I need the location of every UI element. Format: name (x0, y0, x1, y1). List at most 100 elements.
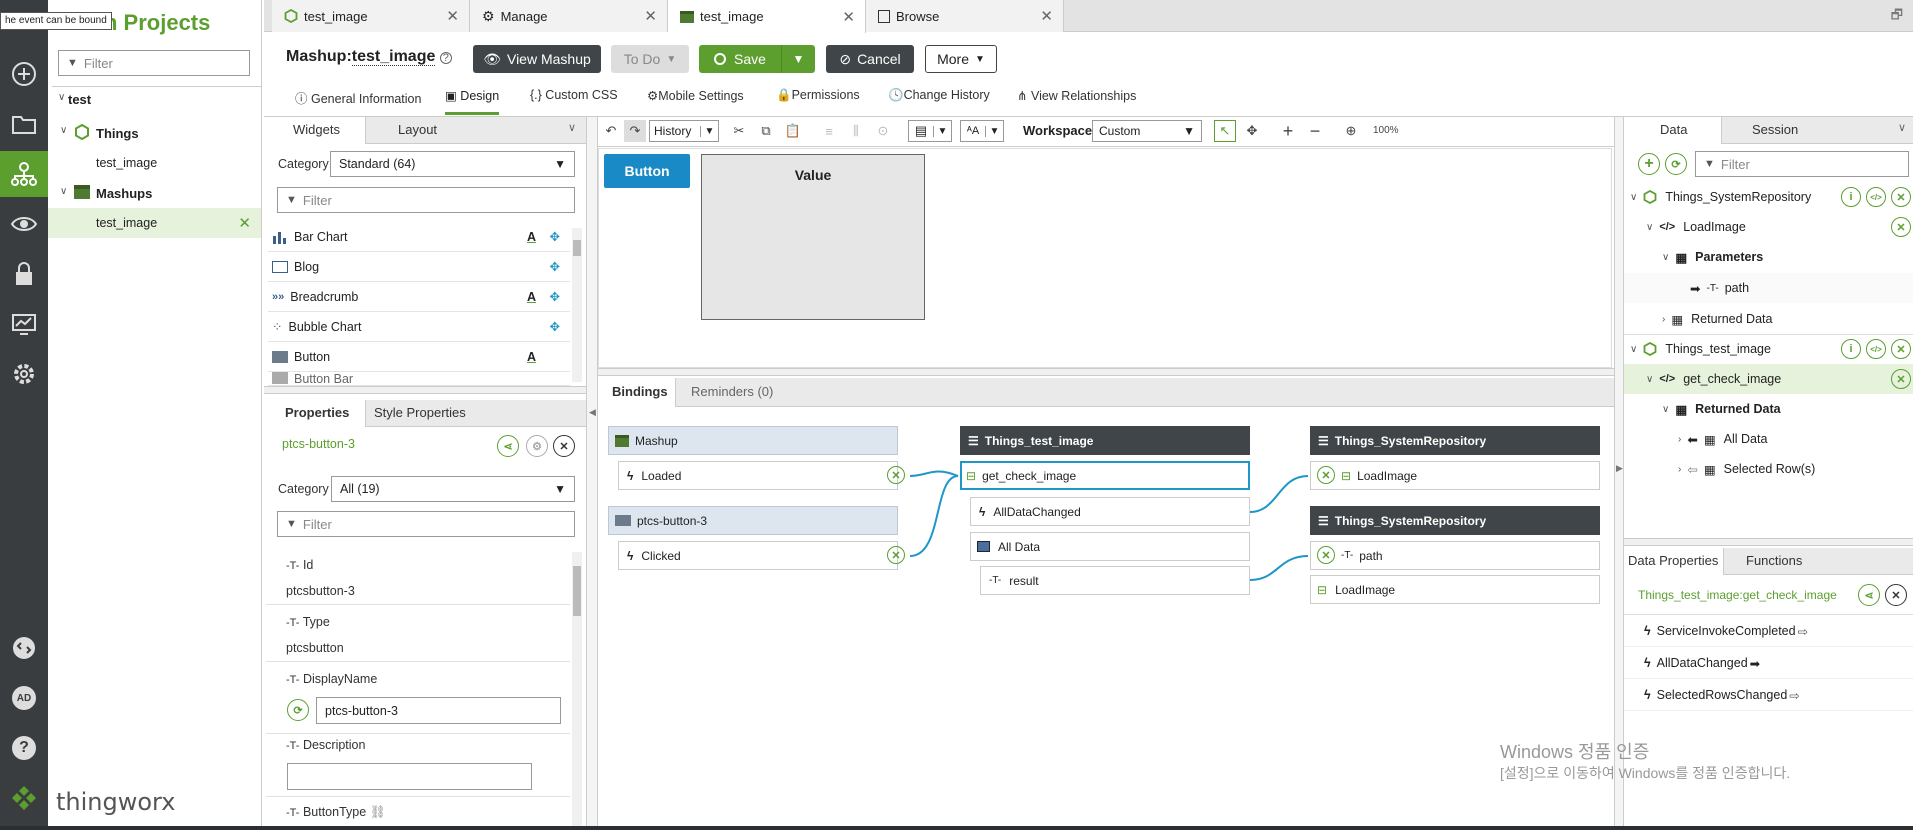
splitter[interactable] (264, 386, 586, 394)
loadimage-service-2[interactable]: ⊟ LoadImage (1310, 575, 1600, 604)
lock-icon[interactable] (8, 258, 40, 290)
collapse-right-icon[interactable]: ▶ (1616, 463, 1623, 474)
canvas-value-widget[interactable]: Value (701, 154, 925, 320)
tab-style-properties[interactable]: Style Properties (374, 405, 466, 420)
widget-button[interactable]: Button A (268, 342, 570, 372)
tab-view-relationships[interactable]: ⋔ View Relationships (1017, 88, 1136, 103)
more-button[interactable]: More ▼ (925, 45, 997, 73)
data-path-row[interactable]: ➡ -T- path (1624, 273, 1913, 303)
service-get-check-image[interactable]: ⊟ get_check_image (960, 461, 1250, 490)
view-mashup-button[interactable]: 👁 View Mashup (473, 45, 601, 73)
move-icon[interactable]: ✥ (550, 289, 560, 304)
zoom-out-icon[interactable]: − (1304, 120, 1326, 142)
thing-node[interactable]: ☰ Things_test_image (960, 426, 1250, 455)
displayname-input[interactable]: ptcs-button-3 (316, 697, 561, 724)
target-icon[interactable]: ⊙ (872, 120, 894, 142)
widgets-scrollbar[interactable] (572, 228, 582, 382)
collapse-left-icon[interactable]: ◀ (589, 407, 596, 418)
monitoring-icon[interactable] (8, 208, 40, 240)
help-center-icon[interactable] (8, 632, 40, 664)
dashboard-icon[interactable] (8, 308, 40, 340)
close-icon[interactable]: ✕ (446, 7, 459, 25)
tab-change-history[interactable]: 🕓Change History (888, 88, 990, 103)
alldatachanged-event[interactable]: ϟ AllDataChanged (970, 497, 1250, 526)
tab-functions[interactable]: Functions (1746, 553, 1802, 568)
fit-icon[interactable]: ⊕ (1340, 120, 1362, 142)
align-icon[interactable]: ≡ (818, 120, 840, 142)
tree-root[interactable]: test (68, 92, 91, 107)
tab-mobile-settings[interactable]: ⚙Mobile Settings (647, 88, 744, 103)
zoom-in-icon[interactable]: + (1277, 120, 1299, 142)
loaded-event[interactable]: ϟ Loaded ✕ (618, 461, 905, 490)
move-icon[interactable]: ✥ (550, 319, 560, 334)
cancel-button[interactable]: ⊘ Cancel (826, 45, 914, 73)
paste-icon[interactable]: 📋 (782, 120, 804, 142)
data-returned-row-1[interactable]: › ▦ Returned Data (1624, 304, 1913, 334)
close-icon[interactable]: ✕ (1891, 339, 1911, 359)
data-repo-row[interactable]: ∨ Things_SystemRepository i </> ✕ (1624, 182, 1913, 212)
close-icon[interactable]: ✕ (1891, 217, 1911, 237)
gear-icon[interactable]: ⚙ (526, 435, 548, 457)
properties-filter-input[interactable]: ▼ Filter (277, 511, 575, 537)
mashup-node[interactable]: Mashup (608, 426, 898, 455)
event-serviceinvokecompleted[interactable]: ϟ ServiceInvokeCompleted ⇨ (1624, 616, 1913, 646)
chevron-down-icon[interactable]: ∨ (60, 186, 67, 197)
folder-icon[interactable] (8, 108, 40, 140)
redo-icon[interactable]: ↷ (624, 120, 646, 142)
property-category-select[interactable]: All (19) ▼ (331, 476, 575, 502)
tab-custom-css[interactable]: {.} Custom CSS (530, 88, 618, 102)
share-icon[interactable]: ⋖ (497, 435, 519, 457)
widgets-filter-input[interactable]: ▼ Filter (277, 187, 575, 213)
projects-icon[interactable] (0, 151, 48, 197)
layout-dropdown[interactable]: ▤ ▼ (908, 120, 952, 142)
widget-breadcrumb[interactable]: »» Breadcrumb A ✥ (268, 282, 570, 312)
scrollbar-thumb[interactable] (573, 240, 581, 256)
widget-bar-chart[interactable]: Bar Chart A ✥ (268, 222, 570, 252)
select-pointer-icon[interactable]: ↖ (1214, 120, 1236, 142)
data-filter-input[interactable]: ▼ Filter (1695, 151, 1909, 177)
distribute-icon[interactable]: ⫼ (845, 120, 867, 142)
loadimage-service-1[interactable]: ✕ ⊟ LoadImage (1310, 461, 1600, 490)
copy-icon[interactable]: ⧉ (755, 120, 777, 142)
close-icon[interactable]: ✕ (1885, 584, 1907, 606)
info-icon[interactable]: ? (439, 52, 452, 64)
repository-node-2[interactable]: ☰ Things_SystemRepository (1310, 506, 1600, 535)
widget-bubble-chart[interactable]: ⁘ Bubble Chart ✥ (268, 312, 570, 342)
clicked-event[interactable]: ϟ Clicked ✕ (618, 541, 905, 570)
event-selectedrowschanged[interactable]: ϟ SelectedRowsChanged ⇨ (1624, 680, 1913, 710)
widget-button-bar[interactable]: Button Bar (268, 372, 570, 386)
tab-design[interactable]: ▣ Design (445, 88, 500, 115)
tab-browse[interactable]: Browse ✕ (866, 0, 1064, 32)
close-icon[interactable]: ✕ (553, 435, 575, 457)
unbind-icon[interactable]: ✕ (1317, 546, 1335, 564)
data-alldata-row[interactable]: › ⬅ ▦ All Data (1624, 424, 1913, 454)
close-icon[interactable]: ✕ (1891, 187, 1911, 207)
save-button[interactable]: Save ▼ (699, 45, 815, 73)
refresh-icon[interactable]: ⟳ (1665, 153, 1687, 175)
move-icon[interactable]: ✥ (550, 229, 560, 244)
avatar[interactable]: AD (8, 682, 40, 714)
event-alldatachanged[interactable]: ϟ AllDataChanged ➡ (1624, 648, 1913, 678)
chevron-down-icon[interactable]: ∨ (60, 125, 67, 136)
tree-mashup-item-selected[interactable]: test_image ✕ (48, 208, 261, 238)
chevron-down-icon[interactable]: ∨ (58, 92, 65, 103)
scrollbar-thumb[interactable] (573, 566, 581, 616)
design-canvas[interactable]: Button Value (598, 148, 1612, 368)
right-splitter[interactable]: ▶ (1614, 117, 1624, 830)
repository-node-1[interactable]: ☰ Things_SystemRepository (1310, 426, 1600, 455)
unbind-icon[interactable]: ✕ (887, 466, 905, 484)
left-splitter[interactable]: ◀ (586, 117, 598, 830)
tree-thing-item[interactable]: test_image (96, 156, 157, 170)
tab-thing-test-image[interactable]: test_image ✕ (272, 0, 470, 32)
tab-manage[interactable]: ⚙ Manage ✕ (470, 0, 668, 32)
workspace-select[interactable]: Custom ▼ (1092, 120, 1202, 142)
close-icon[interactable]: ✕ (1891, 369, 1911, 389)
tab-mashup-test-image[interactable]: test_image ✕ (668, 0, 866, 33)
move-icon[interactable]: ✥ (550, 259, 560, 274)
tab-layout[interactable]: Layout (398, 122, 437, 137)
info-icon[interactable]: i (1841, 187, 1861, 207)
tab-reminders[interactable]: Reminders (0) (691, 384, 773, 399)
pan-icon[interactable]: ✥ (1241, 120, 1263, 142)
alldata-property[interactable]: All Data (970, 532, 1250, 561)
category-select[interactable]: Standard (64) ▼ (330, 151, 575, 177)
